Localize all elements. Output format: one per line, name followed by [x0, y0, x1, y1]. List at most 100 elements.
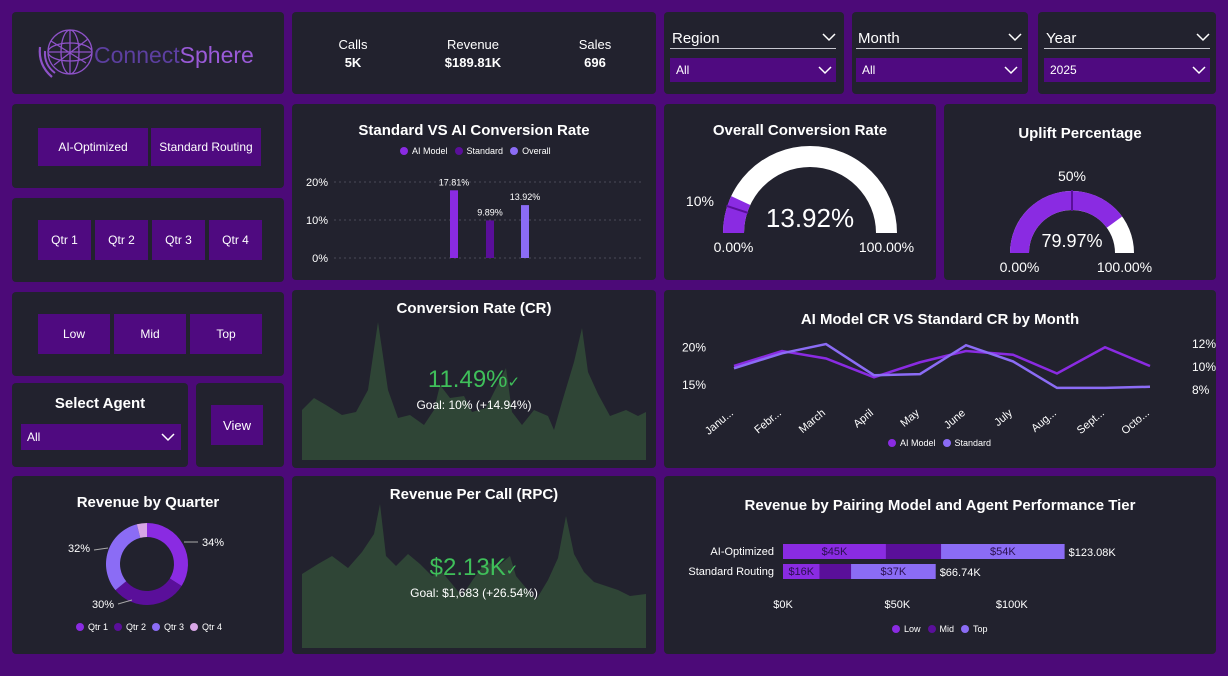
- bar-ai-model: [450, 190, 458, 258]
- rpc-card-value-row: $2.13K✓: [292, 554, 656, 582]
- segment-data-label: $16K: [788, 566, 814, 578]
- qtr-2-legend-label: Qtr 2: [126, 622, 147, 632]
- view-button[interactable]: View: [211, 405, 263, 445]
- qtr-3-legend-dot: [152, 623, 161, 631]
- chevron-down-icon[interactable]: [1196, 32, 1210, 42]
- chevron-down-icon[interactable]: [822, 32, 836, 42]
- qtr-1-button[interactable]: Qtr 1: [38, 220, 91, 260]
- pairing-bar-panel: Revenue by Pairing Model and Agent Perfo…: [664, 476, 1216, 654]
- x-tick-label: $50K: [885, 599, 911, 611]
- donut-data-label: 30%: [92, 599, 114, 611]
- x-tick-label: March: [797, 407, 828, 436]
- qtr-2-legend-dot: [114, 623, 123, 631]
- x-tick-label: April: [851, 407, 876, 430]
- x-tick-label: Octo...: [1119, 407, 1152, 437]
- kpi-sales-label: Sales: [578, 37, 612, 52]
- right-y-tick-label: 8%: [1192, 383, 1210, 397]
- qtr-4-legend-label: Qtr 4: [202, 622, 223, 632]
- qtr-3-button[interactable]: Qtr 3: [152, 220, 205, 260]
- bar-segment-mid: [819, 564, 852, 579]
- revenue-by-quarter-title: Revenue by Quarter: [76, 494, 220, 511]
- segment-data-label: $45K: [822, 546, 848, 558]
- mid-legend-dot: [927, 625, 936, 633]
- category-label: AI-Optimized: [710, 546, 774, 558]
- agent-dropdown[interactable]: All: [21, 424, 181, 450]
- kpi-sales: Sales 696: [555, 37, 635, 70]
- overall-legend-label: Overall: [522, 146, 551, 156]
- ai-model-legend-label: AI Model: [412, 146, 448, 156]
- cr-card-title: Conversion Rate (CR): [396, 300, 552, 317]
- y-tick-label: 0%: [312, 253, 328, 265]
- bar-overall: [521, 205, 529, 258]
- month-dropdown[interactable]: All: [856, 58, 1022, 82]
- gauge-max-label: 100.00%: [859, 239, 914, 255]
- pairing-bar-chart: AI-Optimized $45K $54K $123.08K Standard Rou…: [688, 544, 1117, 611]
- year-slicer: Year 2025: [1038, 12, 1216, 94]
- bar-data-label: 17.81%: [439, 177, 470, 187]
- gauge-min-label: 0.00%: [714, 239, 754, 255]
- agent-dropdown-value: All: [27, 430, 41, 444]
- segment-data-label: $37K: [881, 566, 907, 578]
- overall-gauge: 10% 13.92% 0.00% 100.00%: [686, 146, 914, 255]
- cr-card-panel: Conversion Rate (CR) 11.49%✓ Goal: 10% (…: [292, 290, 656, 468]
- routing-slicer: AI-Optimized Standard Routing: [12, 104, 284, 188]
- x-tick-label: Sept...: [1075, 407, 1107, 437]
- cr-card-value-row: 11.49%✓: [292, 366, 656, 394]
- revenue-by-quarter-donut: 34% 30% 32%: [68, 523, 224, 611]
- agent-slicer-title: Select Agent: [54, 395, 146, 412]
- right-y-tick-label: 10%: [1192, 360, 1216, 374]
- x-tick-label: $0K: [773, 599, 793, 611]
- conversion-bar-legend: AI Model Standard Overall: [400, 146, 551, 156]
- kpi-calls-value: 5K: [344, 55, 362, 70]
- donut-slice-qtr-3: [105, 524, 141, 591]
- top-tier-button[interactable]: Top: [190, 314, 262, 354]
- kpi-sales-value: 696: [584, 55, 606, 70]
- chevron-down-icon[interactable]: [1008, 32, 1022, 42]
- region-dropdown[interactable]: All: [670, 58, 836, 82]
- leader-line: [93, 547, 109, 551]
- bar-segment-mid: [885, 544, 942, 559]
- x-tick-label: Aug...: [1029, 407, 1059, 435]
- cr-card-goal: Goal: 10% (+14.94%): [416, 398, 532, 412]
- view-panel: View: [196, 383, 284, 467]
- ai-optimized-button[interactable]: AI-Optimized: [38, 128, 148, 166]
- gauge-value-label: 79.97%: [1041, 231, 1102, 251]
- x-tick-label: June: [942, 407, 968, 432]
- x-tick-label: $100K: [996, 599, 1028, 611]
- brand-name-part1: Connect: [94, 42, 180, 68]
- divider: [856, 48, 1022, 49]
- year-dropdown[interactable]: 2025: [1044, 58, 1210, 82]
- chevron-down-icon: [161, 433, 175, 442]
- sphere-logo-icon: [38, 29, 93, 78]
- conversion-bar-panel: Standard VS AI Conversion Rate AI Model …: [292, 104, 656, 280]
- mid-tier-button[interactable]: Mid: [114, 314, 186, 354]
- uplift-gauge-panel: Uplift Percentage 50% 79.97% 0.00% 100.00%: [944, 104, 1216, 280]
- quarter-slicer: Qtr 1 Qtr 2 Qtr 3 Qtr 4: [12, 198, 284, 282]
- qtr-1-legend-dot: [76, 623, 84, 631]
- standard-routing-button[interactable]: Standard Routing: [151, 128, 261, 166]
- monthly-line-chart: 20% 15% 12% 10% 8% Janu... Febr... March April Ma…: [682, 337, 1216, 437]
- segment-data-label: $54K: [990, 546, 1016, 558]
- divider: [670, 48, 836, 49]
- kpi-panel: Calls 5K Revenue $189.81K Sales 696: [292, 12, 656, 94]
- top-legend-label: Top: [973, 624, 988, 634]
- quarter-legend: Qtr 1 Qtr 2 Qtr 3 Qtr 4: [76, 622, 222, 632]
- total-data-label: $123.08K: [1069, 547, 1117, 559]
- low-tier-button[interactable]: Low: [38, 314, 110, 354]
- left-y-tick-label: 20%: [682, 340, 706, 354]
- x-tick-label: July: [992, 407, 1015, 429]
- divider: [1044, 48, 1210, 49]
- rpc-card-value: $2.13K: [429, 554, 506, 581]
- qtr-4-button[interactable]: Qtr 4: [209, 220, 262, 260]
- qtr-2-button[interactable]: Qtr 2: [95, 220, 148, 260]
- kpi-revenue: Revenue $189.81K: [423, 37, 523, 70]
- x-tick-label: Janu...: [703, 407, 736, 437]
- conversion-bar-chart: 20% 10% 0% 17.81% 9.89% 13.92%: [306, 177, 642, 265]
- month-label: Month: [858, 30, 900, 47]
- y-tick-label: 20%: [306, 177, 328, 189]
- year-label: Year: [1046, 30, 1077, 47]
- y-tick-label: 10%: [306, 215, 328, 227]
- gauge-target-label: 50%: [1058, 168, 1086, 184]
- region-dropdown-value: All: [676, 63, 690, 77]
- rpc-card-goal: Goal: $1,683 (+26.54%): [410, 586, 538, 600]
